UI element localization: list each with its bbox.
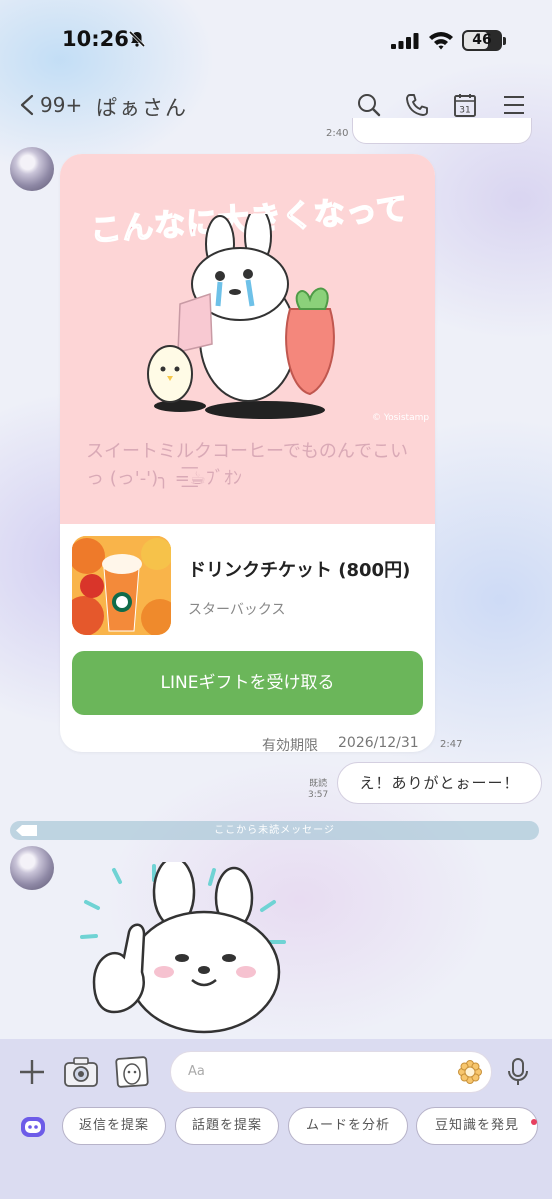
read-receipt: 既読 3:57	[308, 779, 329, 800]
thumbs-up-rabbit-sticker[interactable]	[74, 862, 304, 1040]
gift-shop-name: スターバックス	[188, 602, 286, 618]
product-image	[72, 536, 171, 635]
emoji-icon[interactable]	[458, 1060, 482, 1084]
sent-message-bubble[interactable]: え！ありがとぉーー！	[337, 762, 542, 804]
gift-product-name: ドリンクチケット (800円)	[188, 560, 411, 581]
battery-indicator: 46	[462, 30, 502, 51]
signal-icon	[391, 33, 419, 49]
microphone-icon[interactable]	[507, 1057, 529, 1087]
sticker-area: こんなに大きくなって © Yosis	[60, 154, 435, 524]
analyze-mood-chip[interactable]: ムードを分析	[288, 1107, 408, 1145]
back-chevron-icon[interactable]	[18, 94, 36, 116]
wifi-icon	[429, 32, 453, 50]
menu-icon[interactable]	[501, 92, 527, 118]
chat-title[interactable]: ぱぁさん	[96, 92, 188, 122]
message-input[interactable]	[170, 1051, 492, 1093]
avatar[interactable]	[10, 846, 54, 890]
suggest-topic-chip[interactable]: 話題を提案	[175, 1107, 279, 1145]
phone-icon[interactable]	[404, 92, 430, 118]
camera-icon[interactable]	[63, 1056, 99, 1088]
calendar-icon[interactable]: 31	[452, 92, 478, 118]
status-time: 10:26	[62, 27, 129, 51]
expiry-date: 2026/12/31	[338, 735, 419, 751]
message-time: 2:40	[326, 128, 349, 139]
receive-gift-button[interactable]: LINEギフトを受け取る	[72, 651, 423, 715]
sticker-message-text: スイートミルクコーヒーでものんでこいっ (っ'-')╮ =͟͟͞͞☕ﾌﾞｵﾝ	[86, 441, 409, 489]
gift-message-card[interactable]: こんなに大きくなって © Yosis	[60, 154, 435, 752]
previous-message-bubble[interactable]	[352, 118, 532, 144]
sticker-copyright: © Yosistamp	[372, 413, 430, 423]
suggest-reply-chip[interactable]: 返信を提案	[62, 1107, 166, 1145]
silent-bell-icon	[128, 30, 146, 48]
expiry-label: 有効期限	[262, 738, 318, 754]
avatar[interactable]	[10, 147, 54, 191]
discover-trivia-chip[interactable]: 豆知識を発見	[416, 1107, 538, 1145]
battery-cap	[503, 37, 506, 45]
ai-assistant-icon[interactable]	[20, 1115, 46, 1139]
calendar-day: 31	[459, 106, 470, 116]
search-icon[interactable]	[356, 92, 382, 118]
gift-message-time: 2:47	[440, 739, 463, 750]
gift-product-row[interactable]: ドリンクチケット (800円) スターバックス	[60, 524, 435, 644]
plus-icon[interactable]	[18, 1058, 46, 1086]
rabbit-sticker-illustration	[147, 214, 335, 419]
unread-count[interactable]: 99+	[40, 93, 82, 117]
message-input-placeholder: Aa	[188, 1064, 205, 1079]
photo-gallery-icon[interactable]	[114, 1054, 150, 1088]
unread-divider: ここから未読メッセージ	[10, 821, 539, 840]
tag-icon	[16, 825, 37, 836]
notification-dot	[531, 1119, 537, 1125]
